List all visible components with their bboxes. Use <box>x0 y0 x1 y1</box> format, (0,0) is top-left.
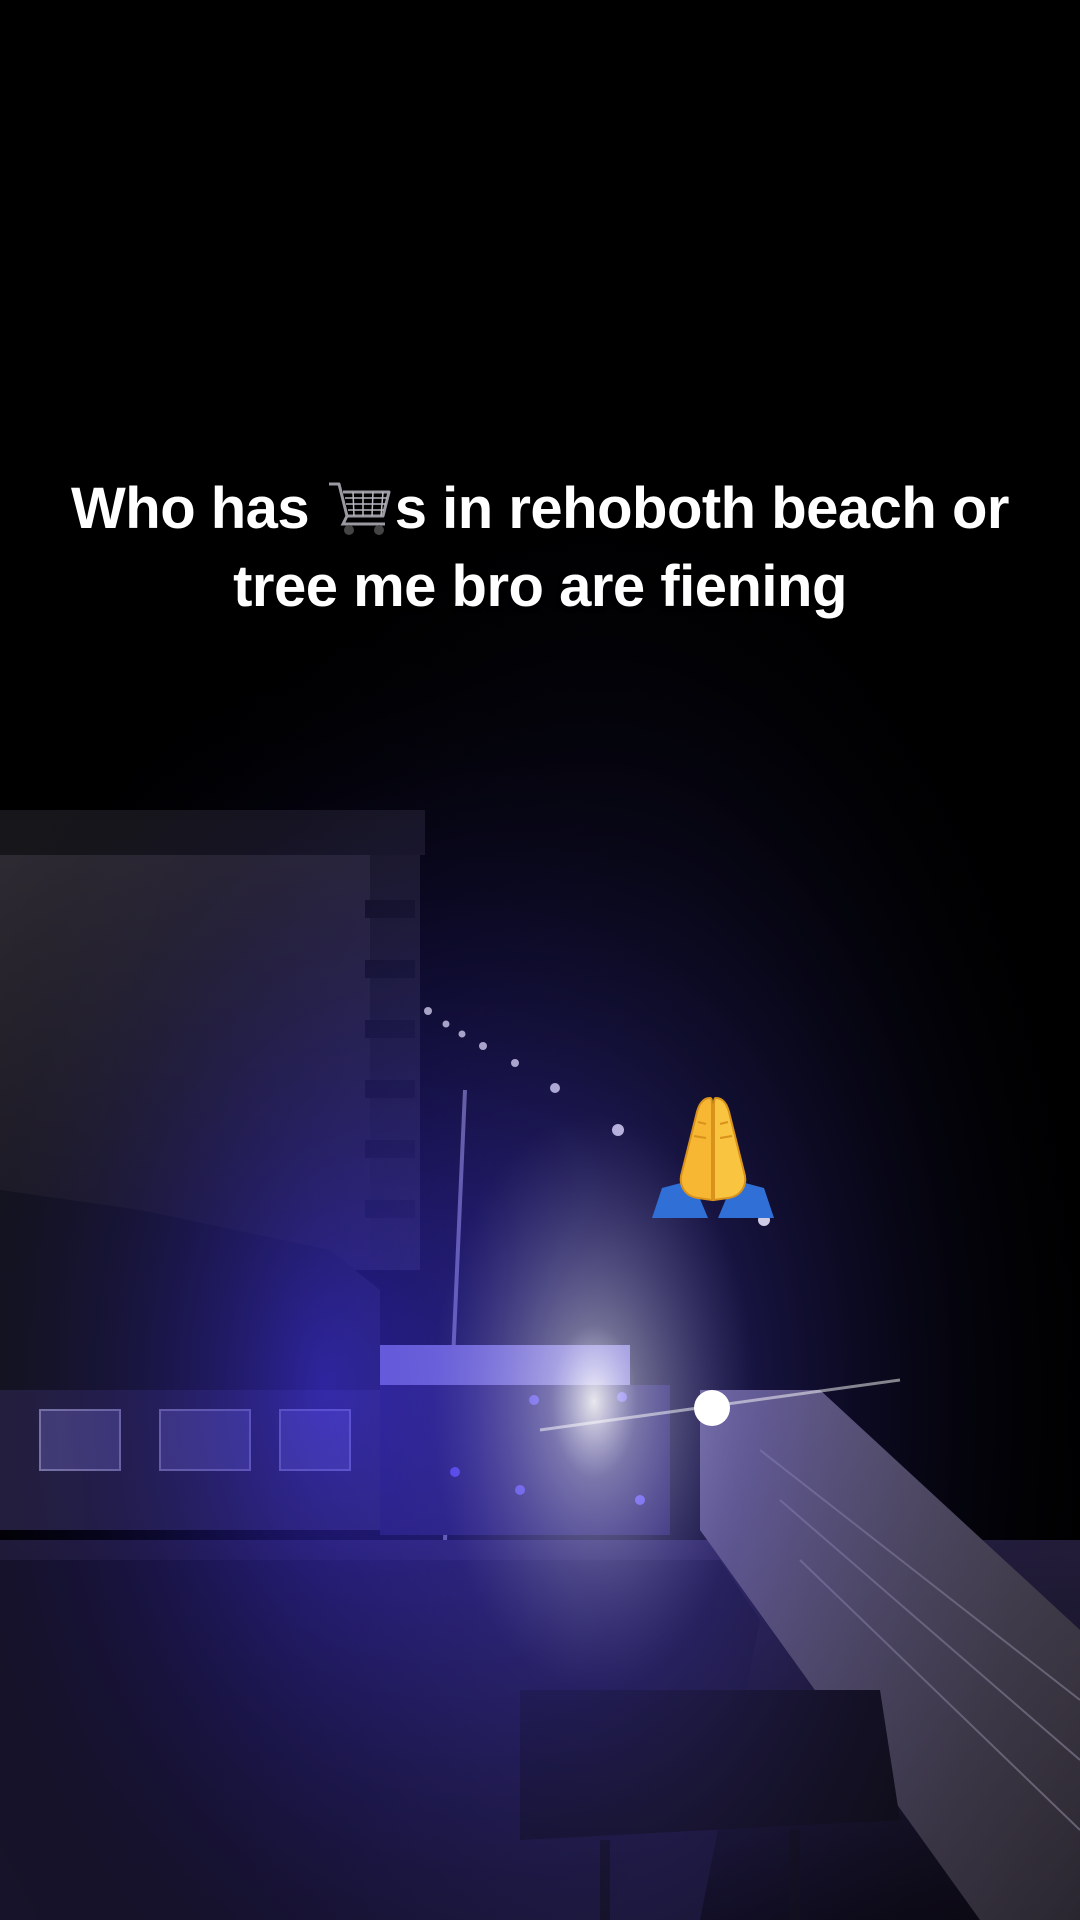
shopping-cart-icon <box>327 476 393 538</box>
night-beach-scene <box>0 0 1080 1920</box>
caption-text-line2: tree me bro are fiening <box>233 554 847 619</box>
video-frame: Who has s in rehoboth beach or tree me b… <box>0 0 1080 1920</box>
caption-text-part1: Who has <box>71 476 325 541</box>
caption-text-part2: s in rehoboth beach or <box>394 476 1010 541</box>
folded-hands-icon <box>648 1092 778 1220</box>
video-caption: Who has s in rehoboth beach or tree me b… <box>20 470 1060 626</box>
